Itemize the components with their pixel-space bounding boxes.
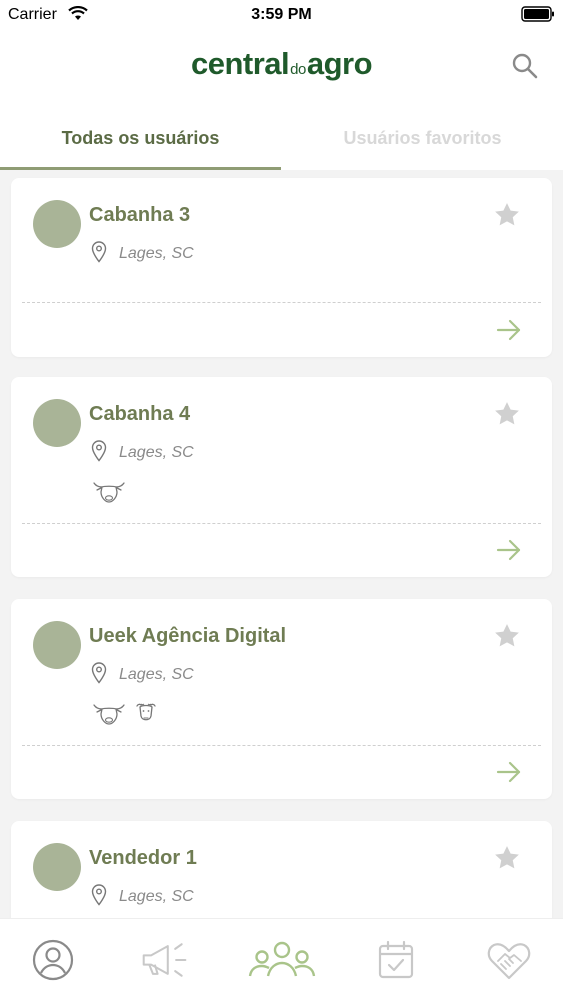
tab-favorite-users-label: Usuários favoritos: [343, 127, 502, 148]
megaphone-icon[interactable]: [140, 937, 190, 983]
arrow-right-icon[interactable]: [494, 757, 524, 787]
search-icon[interactable]: [511, 52, 539, 80]
card-divider: [22, 523, 541, 524]
app-header: centraldoagro: [0, 30, 563, 106]
location-text: Lages, SC: [119, 245, 194, 262]
logo-part-agro: agro: [306, 46, 373, 81]
user-name: Ueek Agência Digital: [89, 625, 287, 647]
user-name: Cabanha 3: [89, 204, 191, 226]
favorite-star-icon[interactable]: [492, 843, 522, 873]
map-pin-icon: [91, 240, 107, 268]
tab-favorite-users[interactable]: Usuários favoritos: [282, 106, 563, 170]
arrow-right-icon[interactable]: [494, 535, 524, 565]
location: Lages, SC: [91, 661, 194, 689]
location: Lages, SC: [91, 883, 194, 911]
user-name: Cabanha 4: [89, 403, 191, 425]
avatar: [33, 200, 81, 248]
user-card[interactable]: Ueek Agência Digital Lages, SC: [11, 599, 552, 799]
location: Lages, SC: [91, 240, 194, 268]
livestock-tags: [91, 700, 159, 731]
user-card[interactable]: Cabanha 3 Lages, SC: [11, 178, 552, 357]
battery-icon: [521, 6, 555, 22]
cattle-icon: [91, 700, 127, 731]
favorite-star-icon[interactable]: [492, 621, 522, 651]
bottom-tab-bar: [0, 918, 563, 1000]
livestock-tags: [91, 478, 127, 509]
handshake-heart-icon[interactable]: [484, 937, 534, 983]
favorite-star-icon[interactable]: [492, 200, 522, 230]
sheep-icon: [133, 700, 159, 731]
user-name: Vendedor 1: [89, 847, 197, 869]
clock-time: 3:59 PM: [251, 6, 312, 23]
users-group-icon[interactable]: [247, 937, 317, 983]
avatar: [33, 399, 81, 447]
map-pin-icon: [91, 661, 107, 689]
map-pin-icon: [91, 439, 107, 467]
user-tabs: Todas os usuários Usuários favoritos: [0, 106, 563, 170]
user-card[interactable]: Vendedor 1 Lages, SC: [11, 821, 552, 918]
profile-icon[interactable]: [28, 937, 78, 983]
tab-all-users-label: Todas os usuários: [61, 127, 220, 148]
user-card[interactable]: Cabanha 4 Lages, SC: [11, 377, 552, 577]
app-logo: centraldoagro: [0, 46, 563, 82]
location: Lages, SC: [91, 439, 194, 467]
user-list[interactable]: Cabanha 3 Lages, SC Cabanha 4 Lages, SC: [0, 170, 563, 918]
map-pin-icon: [91, 883, 107, 911]
tab-all-users[interactable]: Todas os usuários: [0, 106, 281, 170]
avatar: [33, 843, 81, 891]
logo-part-do: do: [290, 61, 306, 78]
calendar-icon[interactable]: [371, 937, 421, 983]
favorite-star-icon[interactable]: [492, 399, 522, 429]
arrow-right-icon[interactable]: [494, 315, 524, 345]
avatar: [33, 621, 81, 669]
location-text: Lages, SC: [119, 888, 194, 905]
location-text: Lages, SC: [119, 666, 194, 683]
status-bar: Carrier 3:59 PM: [0, 0, 563, 30]
card-divider: [22, 302, 541, 303]
card-divider: [22, 745, 541, 746]
cattle-icon: [91, 478, 127, 509]
logo-part-central: central: [190, 46, 290, 81]
location-text: Lages, SC: [119, 444, 194, 461]
